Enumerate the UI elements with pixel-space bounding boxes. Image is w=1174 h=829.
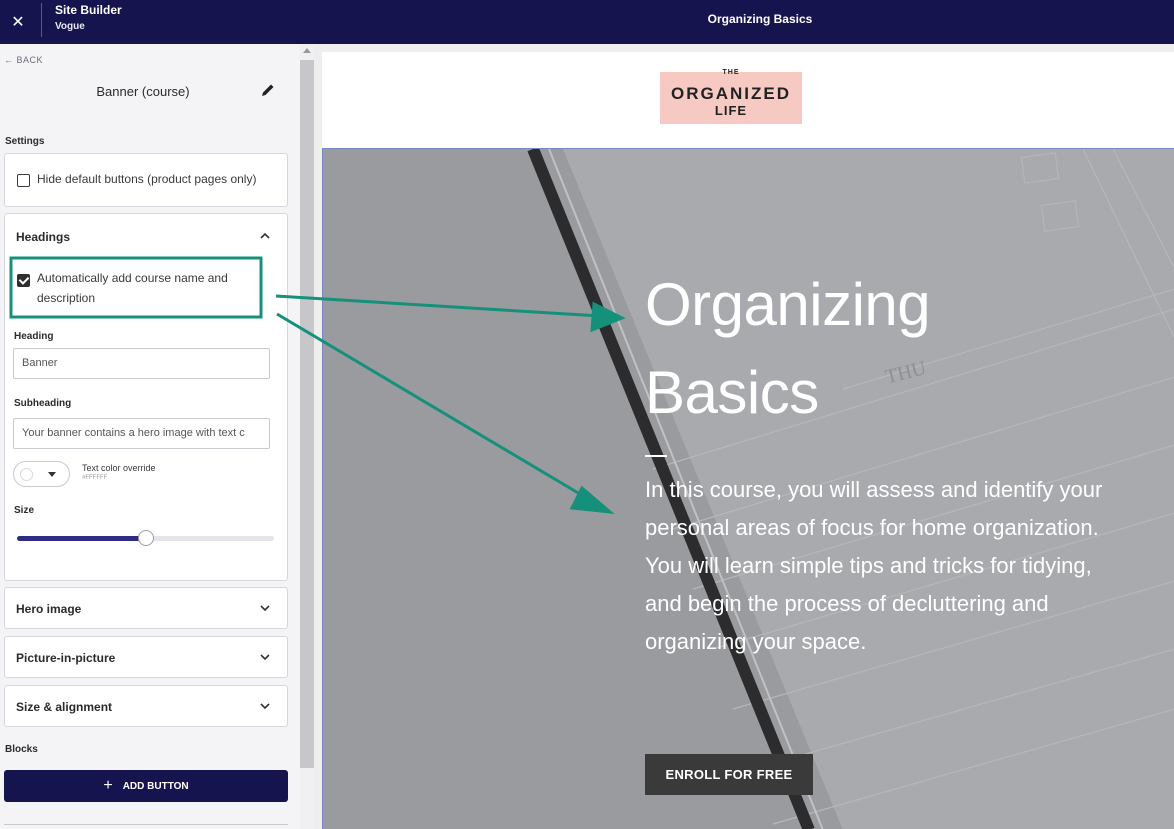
settings-sidebar: ← BACK Banner (course) Settings Hide def… <box>0 44 300 829</box>
logo-line2: ORGANIZED <box>671 84 791 103</box>
accordion-title: Picture-in-picture <box>16 651 116 665</box>
hide-default-buttons-checkbox[interactable] <box>17 174 30 187</box>
headings-title[interactable]: Headings <box>16 230 70 244</box>
caret-down-icon <box>48 472 56 477</box>
logo-line3: LIFE <box>714 103 748 118</box>
chevron-down-icon <box>260 654 270 661</box>
sidebar-scrollbar[interactable] <box>300 44 314 829</box>
hero-banner[interactable]: THU Organizing Basics In this course, yo… <box>322 148 1174 829</box>
theme-name: Vogue <box>55 21 85 32</box>
auto-add-course-checkbox[interactable] <box>17 274 30 287</box>
color-swatch <box>20 468 33 481</box>
back-link[interactable]: ← BACK <box>4 55 43 65</box>
size-slider-fill <box>17 536 146 541</box>
accordion-title: Hero image <box>16 602 82 616</box>
add-button-button[interactable]: + ADD BUTTON <box>4 770 288 802</box>
site-preview: THE ORGANIZED LIFE THU Organizing Basics… <box>314 44 1174 829</box>
add-button-label: ADD BUTTON <box>122 780 189 792</box>
blocks-label: Blocks <box>5 744 38 755</box>
text-color-value: #FFFFFF <box>82 475 108 481</box>
panel-title: Banner (course) <box>96 84 190 99</box>
plus-icon: + <box>103 777 113 794</box>
scrollbar-thumb[interactable] <box>300 60 314 768</box>
size-slider-thumb[interactable] <box>137 530 154 546</box>
accordion-hero-image[interactable]: Hero image <box>4 587 288 629</box>
divider <box>4 824 288 825</box>
site-logo[interactable]: THE ORGANIZED LIFE <box>660 69 802 124</box>
auto-add-course-label-line1: Automatically add course name and <box>37 271 228 285</box>
accordion-picture-in-picture[interactable]: Picture-in-picture <box>4 636 288 678</box>
size-label: Size <box>14 505 35 516</box>
hide-default-buttons-label: Hide default buttons (product pages only… <box>37 172 257 186</box>
hero-title: Organizing Basics <box>645 261 1125 437</box>
text-color-picker[interactable] <box>13 461 70 487</box>
scroll-up-icon[interactable] <box>303 48 311 53</box>
heading-input[interactable]: Banner <box>13 348 270 379</box>
chevron-down-icon <box>260 605 270 612</box>
heading-label: Heading <box>14 331 54 342</box>
chevron-up-icon[interactable] <box>259 230 271 242</box>
settings-label: Settings <box>5 136 45 147</box>
chevron-down-icon <box>260 703 270 710</box>
hero-divider <box>645 455 667 457</box>
headings-card: Headings Automatically add course name a… <box>4 213 288 581</box>
close-icon[interactable]: ✕ <box>0 0 36 44</box>
app-title: Site Builder <box>55 3 122 17</box>
subheading-label: Subheading <box>14 398 72 409</box>
accordion-size-alignment[interactable]: Size & alignment <box>4 685 288 727</box>
top-bar: ✕ Site Builder Vogue Organizing Basics <box>0 0 1174 44</box>
site-header: THE ORGANIZED LIFE <box>322 52 1174 148</box>
hide-buttons-card: Hide default buttons (product pages only… <box>4 153 288 207</box>
enroll-for-free-button[interactable]: ENROLL FOR FREE <box>645 754 813 795</box>
hero-description: In this course, you will assess and iden… <box>645 477 1103 654</box>
hero-title-line1: Organizing <box>645 271 931 338</box>
divider <box>41 3 42 37</box>
accordion-title: Size & alignment <box>16 700 113 714</box>
text-color-label: Text color override <box>82 463 156 473</box>
logo-line1: THE <box>722 69 740 76</box>
subheading-input[interactable]: Your banner contains a hero image with t… <box>13 418 270 449</box>
auto-add-course-label-line2: description <box>37 291 96 305</box>
page-title: Organizing Basics <box>707 12 813 26</box>
pencil-icon[interactable] <box>260 82 276 98</box>
hero-title-line2: Basics <box>645 359 819 426</box>
size-slider[interactable] <box>17 530 274 546</box>
